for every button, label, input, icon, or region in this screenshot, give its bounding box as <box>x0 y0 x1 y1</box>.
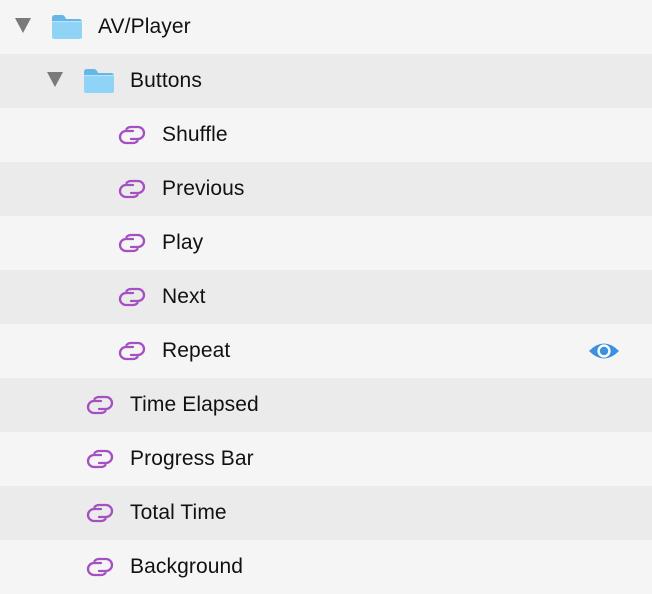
layer-label: AV/Player <box>98 15 191 38</box>
layer-label: Previous <box>162 177 245 200</box>
symbol-instance-icon <box>85 393 115 417</box>
symbol-instance-icon <box>117 285 147 309</box>
layer-row-play[interactable]: Play <box>0 216 652 270</box>
layer-row-time-elapsed[interactable]: Time Elapsed <box>0 378 652 432</box>
layer-label: Time Elapsed <box>130 393 259 416</box>
layer-label: Total Time <box>130 501 227 524</box>
folder-icon <box>51 14 83 40</box>
layer-row-background[interactable]: Background <box>0 540 652 592</box>
layer-label: Buttons <box>130 69 202 92</box>
layer-row-next[interactable]: Next <box>0 270 652 324</box>
symbol-instance-icon <box>85 501 115 525</box>
disclosure-triangle-icon[interactable] <box>47 72 63 87</box>
layer-row-previous[interactable]: Previous <box>0 162 652 216</box>
layer-row-av-player[interactable]: AV/Player <box>0 0 652 54</box>
symbol-instance-icon <box>117 177 147 201</box>
symbol-instance-icon <box>85 447 115 471</box>
layer-label: Play <box>162 231 204 254</box>
layer-row-progress-bar[interactable]: Progress Bar <box>0 432 652 486</box>
layer-label: Repeat <box>162 339 231 362</box>
layer-label: Shuffle <box>162 123 228 146</box>
layer-label: Next <box>162 285 206 308</box>
layer-row-total-time[interactable]: Total Time <box>0 486 652 540</box>
layer-label: Progress Bar <box>130 447 254 470</box>
folder-icon <box>83 68 115 94</box>
layer-row-buttons[interactable]: Buttons <box>0 54 652 108</box>
layer-row-repeat[interactable]: Repeat <box>0 324 652 378</box>
symbol-instance-icon <box>85 555 115 579</box>
symbol-instance-icon <box>117 231 147 255</box>
symbol-instance-icon <box>117 123 147 147</box>
layer-label: Background <box>130 555 244 578</box>
layer-row-shuffle[interactable]: Shuffle <box>0 108 652 162</box>
eye-icon[interactable] <box>587 339 621 363</box>
symbol-instance-icon <box>117 339 147 363</box>
layer-list: AV/Player Buttons Shuffle Previous Play … <box>0 0 652 592</box>
disclosure-triangle-icon[interactable] <box>15 18 31 33</box>
